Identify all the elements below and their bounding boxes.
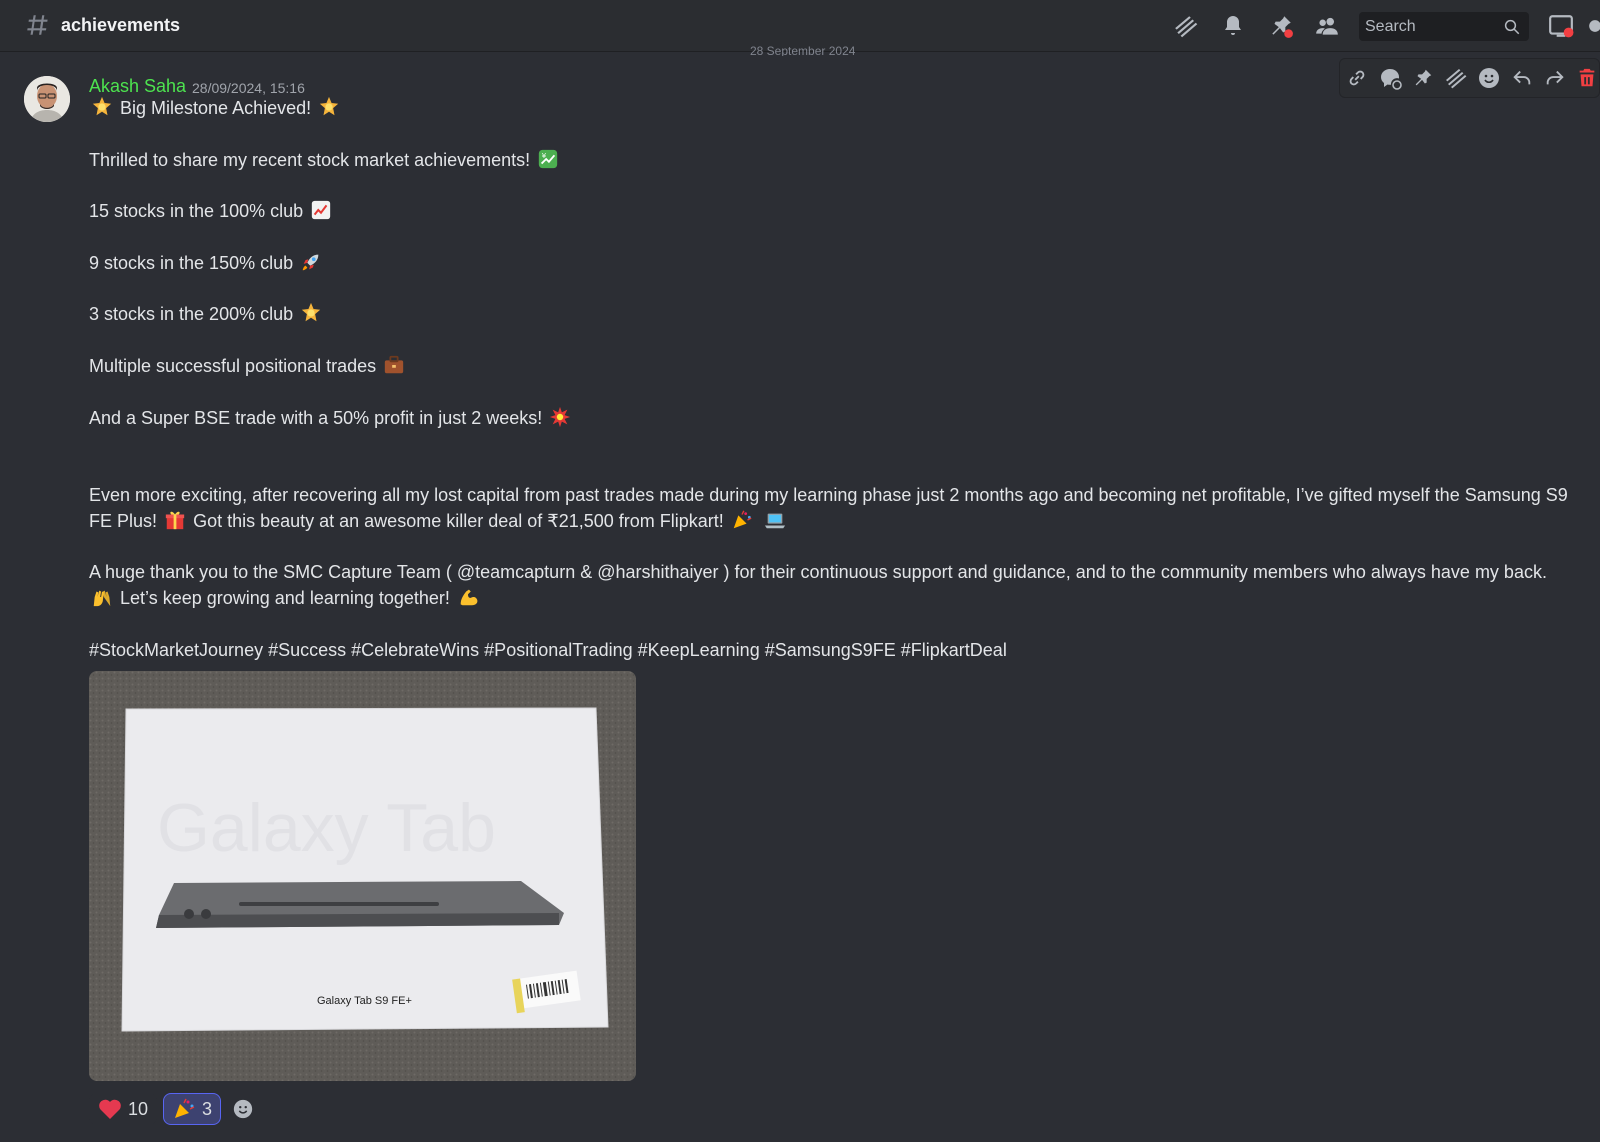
image-attachment[interactable]: Galaxy Tab Galaxy Tab S9 FE+ bbox=[89, 671, 636, 1081]
member-list-icon[interactable] bbox=[1313, 12, 1341, 40]
bell-icon[interactable] bbox=[1219, 12, 1247, 40]
add-reaction-button[interactable] bbox=[227, 1093, 259, 1125]
chart-yen-icon: ¥ bbox=[539, 149, 558, 168]
box-brand-text: Galaxy Tab bbox=[157, 790, 496, 866]
threads-icon[interactable] bbox=[1443, 65, 1469, 91]
chart-increasing-icon bbox=[311, 201, 331, 220]
reaction-count: 3 bbox=[202, 1098, 213, 1119]
box-model-text: Galaxy Tab S9 FE+ bbox=[317, 995, 412, 1007]
create-thread-icon[interactable] bbox=[1377, 65, 1403, 91]
party-popper-icon bbox=[733, 510, 752, 528]
message-line: Got this beauty at an awesome killer dea… bbox=[193, 510, 724, 531]
date-divider: 28 September 2024 bbox=[750, 44, 856, 56]
channel-name: achievements bbox=[61, 15, 181, 35]
message-timestamp: 28/09/2024, 15:16 bbox=[192, 80, 305, 96]
message-line: 3 stocks in the 200% club bbox=[89, 304, 294, 325]
glowing-star-icon bbox=[92, 96, 112, 116]
laptop-icon bbox=[764, 513, 785, 528]
glowing-star-icon bbox=[301, 303, 321, 322]
author-name[interactable]: Akash Saha bbox=[89, 76, 186, 97]
forward-icon[interactable] bbox=[1542, 65, 1568, 91]
search-bar[interactable] bbox=[1359, 12, 1529, 41]
message-line: Big Milestone Achieved! bbox=[120, 98, 312, 118]
search-icon[interactable] bbox=[1503, 18, 1521, 36]
glowing-star-icon bbox=[319, 96, 339, 116]
smiley-plus-icon bbox=[233, 1099, 253, 1119]
search-input[interactable] bbox=[1365, 17, 1495, 36]
hashtags: #StockMarketJourney #Success #CelebrateW… bbox=[89, 639, 1007, 660]
delete-icon[interactable] bbox=[1574, 65, 1600, 91]
threads-icon[interactable] bbox=[1172, 12, 1200, 40]
gift-icon bbox=[165, 511, 185, 529]
hashtag-icon bbox=[27, 15, 48, 35]
message[interactable]: Akash Saha 28/09/2024, 15:16 Big Milesto… bbox=[0, 58, 1600, 1142]
message-line: Multiple successful positional trades bbox=[89, 355, 377, 376]
reaction-party-popper[interactable]: 3 bbox=[163, 1093, 222, 1125]
add-reaction-icon[interactable] bbox=[1476, 65, 1502, 91]
message-line: A huge thank you to the SMC Capture Team… bbox=[89, 562, 1547, 583]
pin-icon[interactable] bbox=[1267, 12, 1295, 40]
message-line: Let’s keep growing and learning together… bbox=[120, 588, 450, 609]
rocket-icon bbox=[302, 254, 319, 271]
flexed-biceps-icon bbox=[460, 589, 478, 606]
message-toolbar bbox=[1339, 58, 1600, 98]
reaction-count: 10 bbox=[128, 1098, 149, 1119]
inbox-icon[interactable] bbox=[1547, 12, 1575, 40]
party-popper-icon bbox=[175, 1098, 195, 1118]
pin-message-icon[interactable] bbox=[1410, 65, 1436, 91]
message-line: And a Super BSE trade with a 50% profit … bbox=[89, 407, 543, 428]
heart-icon bbox=[99, 1099, 121, 1119]
message-line: 9 stocks in the 150% club bbox=[89, 252, 294, 273]
avatar[interactable] bbox=[24, 76, 70, 122]
svg-text:¥: ¥ bbox=[542, 151, 547, 160]
message-line: 15 stocks in the 100% club bbox=[89, 201, 304, 222]
briefcase-icon bbox=[384, 355, 404, 374]
message-content: Big Milestone Achieved! Thrilled to shar… bbox=[89, 96, 1569, 664]
help-icon[interactable] bbox=[1588, 12, 1600, 40]
reactions: 10 3 bbox=[89, 1093, 259, 1125]
reply-icon[interactable] bbox=[1509, 65, 1535, 91]
raising-hands-icon bbox=[93, 590, 111, 607]
copy-link-icon[interactable] bbox=[1344, 65, 1370, 91]
collision-icon bbox=[550, 406, 571, 427]
reaction-heart[interactable]: 10 bbox=[89, 1093, 158, 1125]
message-line: Thrilled to share my recent stock market… bbox=[89, 149, 531, 170]
